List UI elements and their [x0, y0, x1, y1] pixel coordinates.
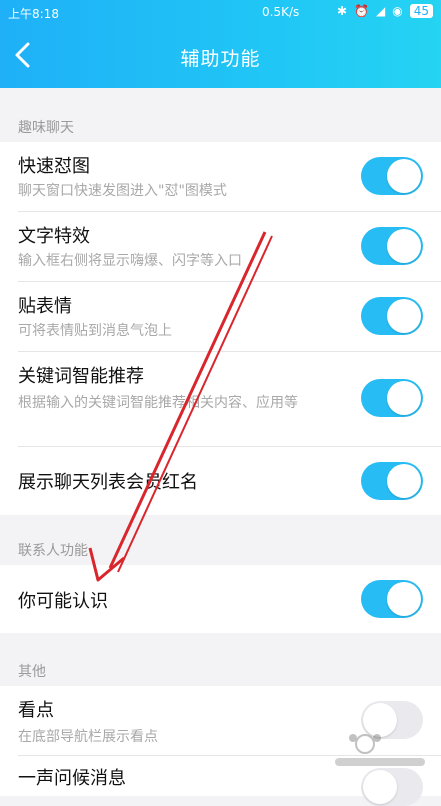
toggle-text-effect[interactable]	[361, 227, 423, 265]
setting-title: 贴表情	[18, 296, 72, 317]
setting-desc: 根据输入的关键词智能推荐相关内容、应用等	[18, 395, 298, 411]
setting-desc: 输入框右侧将显示嗨爆、闪字等入口	[18, 253, 242, 269]
status-time: 上午8:18	[8, 7, 59, 21]
section-label-contacts: 联系人功能	[18, 543, 88, 559]
battery-icon: 45	[409, 4, 433, 18]
status-bar: 上午8:18 0.5K/s ✱ ⏰ ◢ ◉ 45	[0, 0, 441, 26]
setting-row-keyword[interactable]: 关键词智能推荐 根据输入的关键词智能推荐相关内容、应用等	[0, 352, 441, 447]
toggle-quick[interactable]	[361, 157, 423, 195]
nav-bar: 辅助功能	[0, 26, 441, 88]
page-title: 辅助功能	[180, 48, 261, 70]
setting-desc: 可将表情贴到消息气泡上	[18, 323, 172, 339]
setting-title: 展示聊天列表会员红名	[18, 472, 198, 493]
fun-chat-card: 快速怼图 聊天窗口快速发图进入"怼"图模式 文字特效 输入框右侧将显示嗨爆、闪字…	[0, 142, 441, 515]
setting-row-quick[interactable]: 快速怼图 聊天窗口快速发图进入"怼"图模式	[0, 142, 441, 212]
setting-title: 文字特效	[18, 226, 90, 247]
toggle-vip[interactable]	[361, 462, 423, 500]
setting-title: 快速怼图	[18, 156, 90, 177]
wifi-icon: ◉	[392, 4, 403, 18]
setting-desc: 聊天窗口快速发图进入"怼"图模式	[18, 183, 227, 199]
toggle-maybe-know[interactable]	[361, 580, 423, 618]
contacts-card: 你可能认识	[0, 565, 441, 633]
setting-row-sticker[interactable]: 贴表情 可将表情贴到消息气泡上	[0, 282, 441, 352]
setting-row-text-effect[interactable]: 文字特效 输入框右侧将显示嗨爆、闪字等入口	[0, 212, 441, 282]
network-speed: 0.5K/s	[262, 5, 300, 19]
signal-icon: ◢	[376, 4, 386, 18]
setting-title: 你可能认识	[18, 591, 108, 612]
setting-row-maybe-know[interactable]: 你可能认识	[0, 565, 441, 633]
status-icons: ✱ ⏰ ◢ ◉ 45	[337, 4, 433, 18]
alarm-icon: ⏰	[354, 4, 369, 18]
setting-title: 一声问候消息	[18, 768, 126, 789]
toggle-keyword[interactable]	[361, 379, 423, 417]
section-label-other: 其他	[18, 664, 46, 680]
section-label-fun-chat: 趣味聊天	[18, 120, 74, 136]
toggle-sticker[interactable]	[361, 297, 423, 335]
bluetooth-icon: ✱	[336, 4, 348, 18]
app-header: 上午8:18 0.5K/s ✱ ⏰ ◢ ◉ 45 辅助功能	[0, 0, 441, 88]
setting-title: 看点	[18, 700, 54, 721]
setting-row-vip[interactable]: 展示聊天列表会员红名	[0, 447, 441, 515]
watermark-logo	[335, 734, 425, 766]
setting-desc: 在底部导航栏展示看点	[18, 729, 158, 745]
setting-title: 关键词智能推荐	[18, 366, 144, 387]
